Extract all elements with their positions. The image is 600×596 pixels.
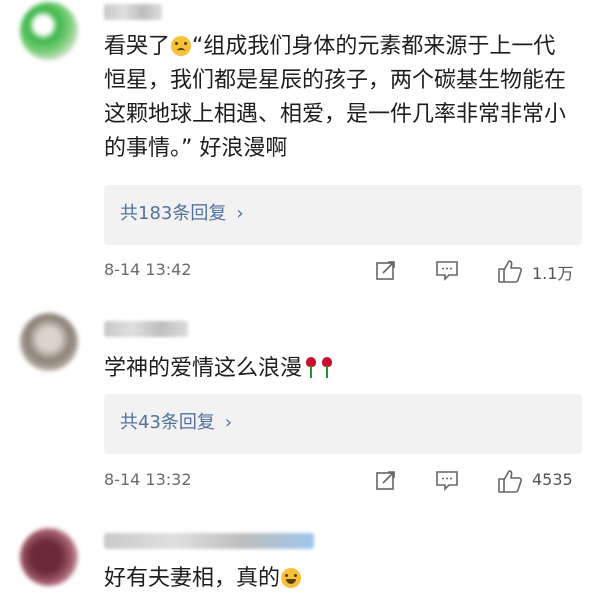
comment-text: 看哭了 “组成我们身体的元素都来源于上一代恒星，我们都是星辰的孩子，两个碳基生物能… <box>104 30 574 166</box>
reply-count-label: 共43条回复 <box>120 412 215 433</box>
username-blurred[interactable] <box>104 321 188 337</box>
avatar[interactable] <box>20 2 78 60</box>
like-count: 1.1万 <box>532 264 574 283</box>
reply-count-label: 共183条回复 <box>120 203 227 224</box>
comment-text-body: 学神的爱情这么浪漫 <box>104 356 303 381</box>
thumbs-up-icon[interactable] <box>496 468 524 494</box>
reply-box[interactable]: 共183条回复 › <box>104 185 582 245</box>
timestamp: 8-14 13:32 <box>104 470 192 489</box>
comment-text-body: 好有夫妻相，真的 <box>104 566 281 591</box>
reply-box[interactable]: 共43条回复 › <box>104 394 582 454</box>
comment-icon[interactable] <box>434 468 460 492</box>
comment-text-part1: 看哭了 <box>104 34 171 59</box>
comment-text: 好有夫妻相，真的 <box>104 562 574 596</box>
avatar[interactable] <box>20 528 78 586</box>
chevron-right-icon: › <box>224 412 233 433</box>
username-blurred[interactable] <box>104 4 162 20</box>
comment-text: 学神的爱情这么浪漫 <box>104 352 574 386</box>
laughing-emoji-icon <box>281 568 302 588</box>
chevron-right-icon: › <box>236 203 244 224</box>
share-icon[interactable] <box>374 468 398 492</box>
crying-emoji-icon <box>171 36 192 56</box>
comment-meta: 8-14 13:42 1.1万 <box>104 256 582 284</box>
timestamp: 8-14 13:42 <box>104 260 192 279</box>
username-blurred[interactable] <box>104 533 314 549</box>
view-replies-link[interactable]: 共43条回复 › <box>120 410 232 436</box>
comment-icon[interactable] <box>434 258 460 282</box>
rose-icon <box>304 357 318 379</box>
thumbs-up-icon[interactable] <box>496 258 524 284</box>
like-count: 4535 <box>532 470 573 489</box>
share-icon[interactable] <box>374 258 398 282</box>
comment-meta: 8-14 13:32 4535 <box>104 466 582 494</box>
view-replies-link[interactable]: 共183条回复 › <box>120 201 244 227</box>
rose-icon <box>320 357 334 379</box>
avatar[interactable] <box>20 313 78 371</box>
